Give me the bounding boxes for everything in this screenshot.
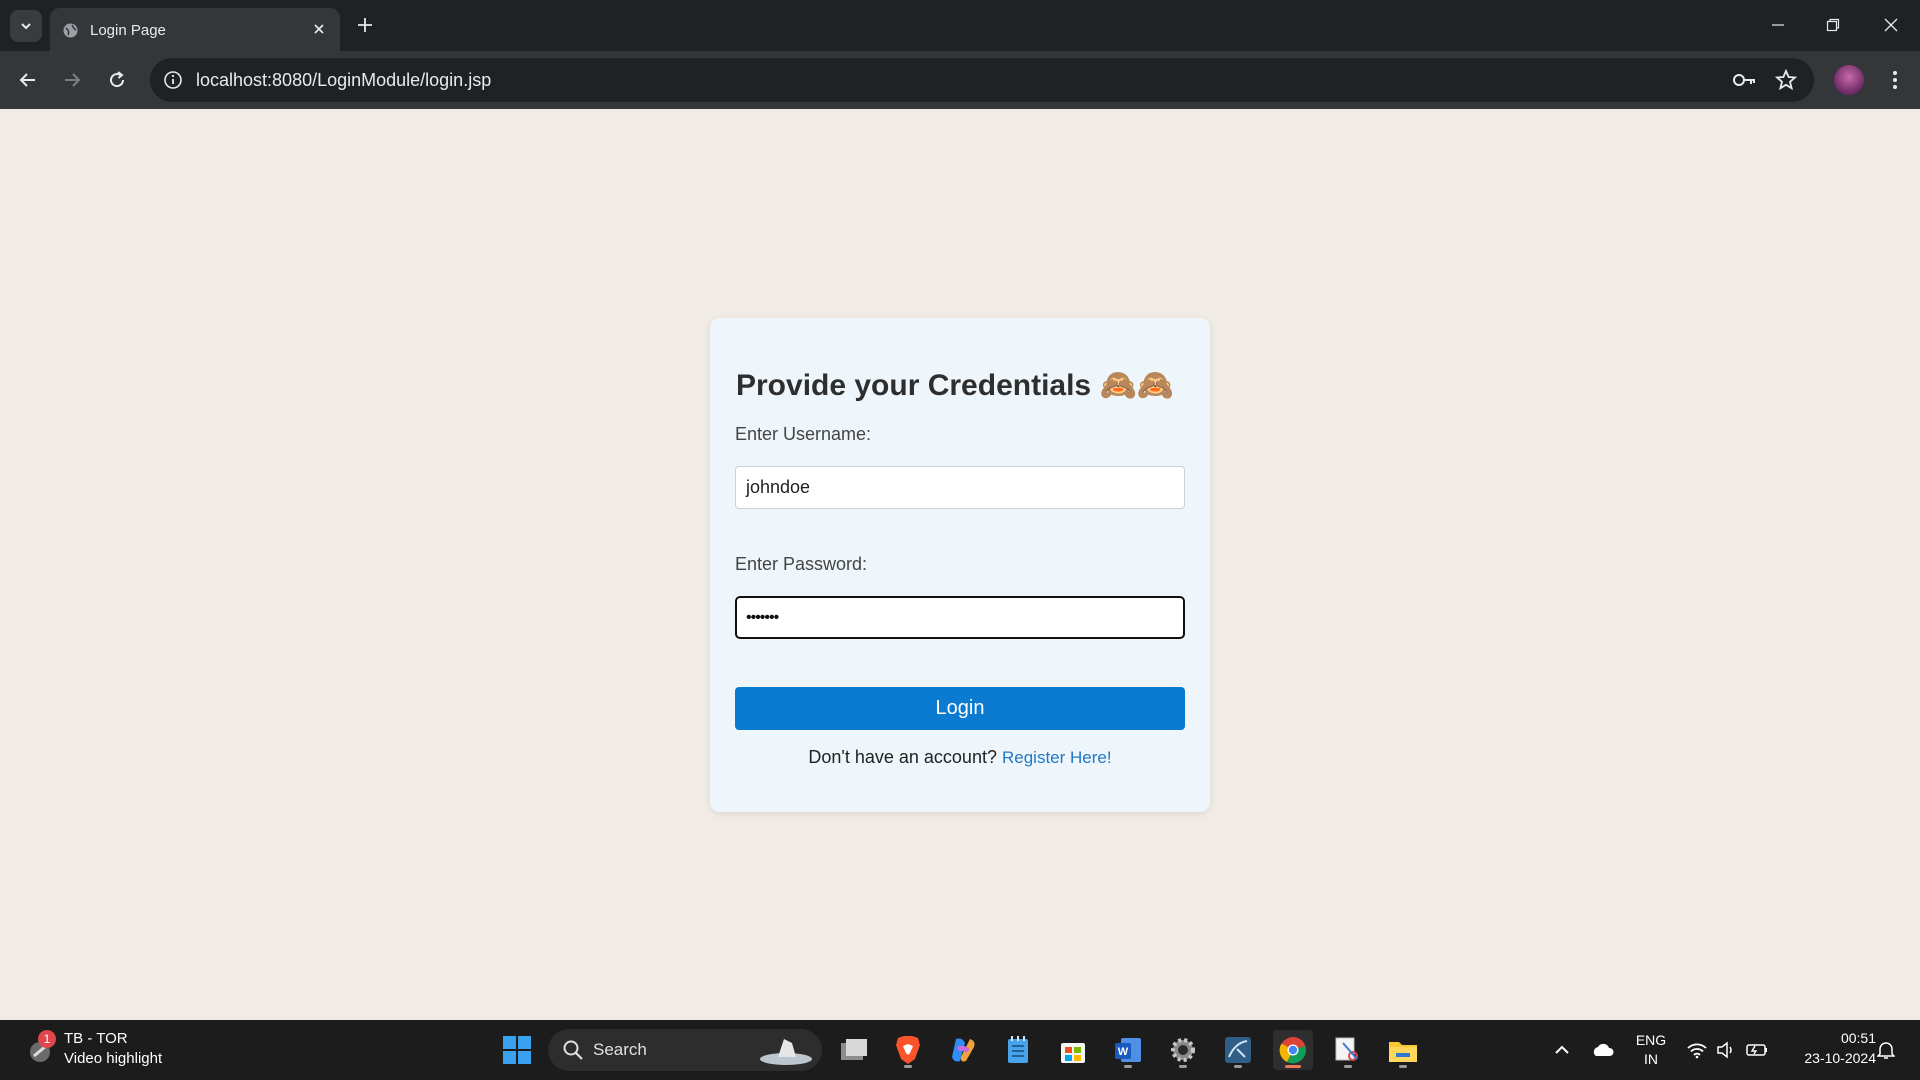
running-indicator <box>1124 1065 1132 1068</box>
login-form: Provide your Credentials 🙈🙈 Enter Userna… <box>710 318 1210 812</box>
database-tool-icon[interactable] <box>1218 1030 1258 1070</box>
reload-icon[interactable] <box>101 64 133 96</box>
file-explorer-icon[interactable] <box>1383 1030 1423 1070</box>
microsoft-store-icon[interactable] <box>1053 1030 1093 1070</box>
restore-icon[interactable] <box>1813 10 1853 40</box>
word-icon[interactable]: W <box>1108 1030 1148 1070</box>
running-indicator <box>1234 1065 1242 1068</box>
settings-gear-icon[interactable] <box>1163 1030 1203 1070</box>
chevron-down-icon <box>21 23 31 30</box>
star-icon[interactable] <box>1774 68 1798 92</box>
clock-time: 00:51 <box>1840 1030 1876 1046</box>
password-input[interactable]: ••••••• <box>735 596 1185 639</box>
notepad-icon[interactable] <box>998 1030 1038 1070</box>
username-label-text: Enter Username: <box>735 424 872 444</box>
register-link[interactable]: Register Here! <box>1002 748 1112 767</box>
browser-tab-bar: Login Page <box>0 0 1920 51</box>
onedrive-cloud-icon[interactable] <box>1582 1030 1622 1070</box>
more-menu-icon[interactable] <box>1882 64 1908 96</box>
login-button-label: Login <box>935 697 985 719</box>
chevron-up-icon[interactable] <box>1542 1030 1582 1070</box>
windows-taskbar: 1 TB - TOR Video highlight Search W ENG … <box>0 1020 1920 1080</box>
search-icon <box>563 1040 583 1060</box>
running-indicator <box>1179 1065 1187 1068</box>
search-label: Search <box>593 1040 647 1059</box>
register-prompt: Don't have an account? <box>808 747 997 767</box>
notification-badge: 1 <box>38 1030 56 1048</box>
tab-search-button[interactable] <box>10 10 42 42</box>
running-indicator <box>1344 1065 1352 1068</box>
login-button[interactable]: Login <box>735 687 1185 730</box>
profile-avatar[interactable] <box>1834 65 1864 95</box>
close-window-icon[interactable] <box>1871 10 1911 40</box>
password-label-text: Enter Password: <box>735 554 868 574</box>
snipping-tool-icon[interactable] <box>1328 1030 1368 1070</box>
taskbar-search[interactable]: Search <box>548 1029 822 1071</box>
copilot-icon[interactable] <box>943 1030 983 1070</box>
password-value: ••••••• <box>746 608 779 626</box>
back-icon[interactable] <box>12 64 44 96</box>
notification-subtitle: Video highlight <box>64 1050 163 1067</box>
language-top: ENG <box>1635 1032 1667 1048</box>
notification-bell-icon[interactable] <box>1866 1030 1906 1070</box>
tab-title: Login Page <box>90 22 166 39</box>
start-icon[interactable] <box>497 1030 537 1070</box>
browser-toolbar: localhost:8080/LoginModule/login.jsp <box>0 51 1920 109</box>
search-highlight-icon <box>760 1039 812 1065</box>
notification-title: TB - TOR <box>64 1030 128 1047</box>
close-tab-icon[interactable] <box>308 18 330 40</box>
address-bar[interactable]: localhost:8080/LoginModule/login.jsp <box>150 58 1814 102</box>
language-indicator[interactable]: ENG IN <box>1628 1032 1674 1070</box>
key-icon[interactable] <box>1732 69 1758 91</box>
battery-icon[interactable] <box>1737 1030 1777 1070</box>
forward-icon[interactable] <box>56 64 88 96</box>
task-view-icon[interactable] <box>834 1030 874 1070</box>
username-value: johndoe <box>746 477 811 497</box>
site-info-icon[interactable] <box>162 69 184 91</box>
running-indicator <box>1399 1065 1407 1068</box>
register-row: Don't have an account? Register Here! <box>710 747 1210 768</box>
clock-date: 23-10-2024 <box>1804 1050 1876 1066</box>
running-indicator <box>904 1065 912 1068</box>
brave-browser-icon[interactable] <box>888 1030 928 1070</box>
username-input[interactable]: johndoe <box>735 466 1185 509</box>
svg-text:W: W <box>1118 1046 1129 1058</box>
tab-login-page[interactable]: Login Page <box>50 8 340 51</box>
language-bottom: IN <box>1644 1051 1658 1067</box>
url-text[interactable]: localhost:8080/LoginModule/login.jsp <box>196 70 491 91</box>
new-tab-icon[interactable] <box>352 12 378 38</box>
chrome-icon[interactable] <box>1273 1030 1313 1070</box>
minimize-icon[interactable] <box>1758 10 1798 40</box>
clock[interactable]: 00:51 23-10-2024 <box>1780 1030 1876 1070</box>
active-indicator <box>1285 1065 1301 1068</box>
form-heading: Provide your Credentials 🙈🙈 <box>736 369 1175 402</box>
globe-icon <box>63 23 78 38</box>
